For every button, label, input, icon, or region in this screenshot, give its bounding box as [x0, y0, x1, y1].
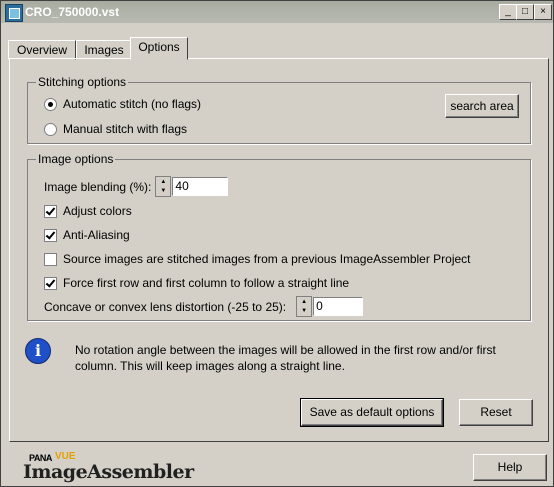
- radio-checked-icon[interactable]: [44, 97, 57, 111]
- checkbox-checked-icon[interactable]: [44, 204, 57, 218]
- distortion-spinner[interactable]: ▲ ▼: [296, 296, 313, 317]
- spin-down-icon[interactable]: ▼: [301, 308, 307, 314]
- force-first-row-checkbox[interactable]: Force first row and first column to foll…: [44, 276, 349, 290]
- info-icon: i: [25, 338, 51, 364]
- checkbox-checked-icon[interactable]: [44, 276, 57, 290]
- tab-options[interactable]: Options: [130, 37, 188, 60]
- reset-button[interactable]: Reset: [459, 399, 533, 426]
- image-blending-label: Image blending (%):: [44, 179, 152, 194]
- close-button[interactable]: ×: [534, 4, 552, 20]
- lens-distortion-input[interactable]: 0: [313, 297, 364, 316]
- automatic-stitch-radio[interactable]: Automatic stitch (no flags): [44, 97, 201, 111]
- checkbox-unchecked-icon[interactable]: [44, 252, 57, 266]
- lens-distortion-row: Concave or convex lens distortion (-25 t…: [44, 296, 364, 317]
- tab-overview[interactable]: Overview: [8, 40, 76, 60]
- title-bar[interactable]: CRO_750000.vst _ □ ×: [1, 1, 553, 23]
- spin-down-icon[interactable]: ▼: [160, 188, 166, 194]
- logo-main-text: ImageAssembler: [23, 461, 194, 483]
- checkbox-checked-icon[interactable]: [44, 228, 57, 242]
- source-images-label: Source images are stitched images from a…: [63, 252, 471, 266]
- blending-spinner[interactable]: ▲ ▼: [155, 176, 172, 197]
- maximize-button[interactable]: □: [516, 4, 534, 20]
- automatic-stitch-label: Automatic stitch (no flags): [63, 97, 202, 111]
- info-message: No rotation angle between the images wil…: [75, 343, 496, 373]
- anti-aliasing-checkbox[interactable]: Anti-Aliasing: [44, 228, 130, 242]
- adjust-colors-checkbox[interactable]: Adjust colors: [44, 204, 132, 218]
- spin-up-icon[interactable]: ▲: [160, 179, 166, 185]
- image-options-group-title: Image options: [36, 152, 116, 166]
- search-area-button[interactable]: search area: [445, 94, 519, 118]
- force-first-row-label: Force first row and first column to foll…: [63, 276, 350, 290]
- radio-unchecked-icon[interactable]: [44, 122, 57, 136]
- manual-stitch-label: Manual stitch with flags: [63, 122, 188, 136]
- help-button[interactable]: Help: [473, 454, 547, 481]
- spin-up-icon[interactable]: ▲: [301, 299, 307, 305]
- tab-images[interactable]: Images: [76, 40, 132, 60]
- save-default-options-button[interactable]: Save as default options: [300, 398, 444, 427]
- lens-distortion-label: Concave or convex lens distortion (-25 t…: [44, 299, 287, 314]
- minimize-button[interactable]: _: [499, 4, 517, 20]
- anti-aliasing-label: Anti-Aliasing: [63, 228, 130, 242]
- main-window: CRO_750000.vst _ □ × Overview Images Opt…: [0, 0, 554, 487]
- imageassembler-logo: PANA VUE ImageAssembler: [23, 451, 194, 483]
- manual-stitch-radio[interactable]: Manual stitch with flags: [44, 122, 187, 136]
- adjust-colors-label: Adjust colors: [63, 204, 132, 218]
- image-blending-row: Image blending (%): ▲ ▼ 40: [44, 176, 229, 197]
- window-title: CRO_750000.vst: [25, 5, 120, 19]
- image-blending-input[interactable]: 40: [172, 177, 229, 196]
- stitching-group-title: Stitching options: [36, 75, 129, 89]
- app-icon: [5, 4, 23, 22]
- source-images-checkbox[interactable]: Source images are stitched images from a…: [44, 252, 471, 266]
